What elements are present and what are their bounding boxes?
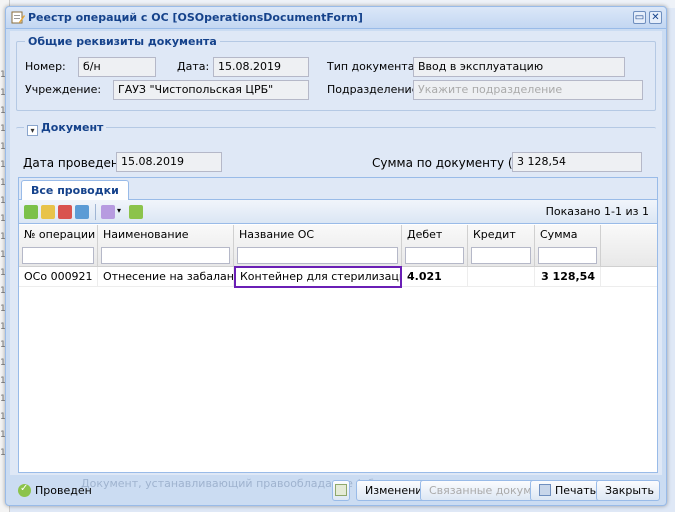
document-legend[interactable]: ▾ Документ: [24, 121, 107, 136]
general-details-group: Общие реквизиты документа Номер: б/н Дат…: [16, 35, 656, 111]
document-legend-label: Документ: [41, 121, 104, 134]
column-title: Название ОС: [239, 228, 315, 241]
column-filter-input[interactable]: [471, 247, 531, 264]
window-titlebar[interactable]: Реестр операций с ОС [OSOperationsDocume…: [6, 7, 666, 29]
print-label: Печать: [555, 484, 597, 497]
asset-name-cell[interactable]: Контейнер для стерилизации КДС-...: [234, 266, 402, 288]
check-circle-icon: [18, 483, 31, 497]
column-title: Сумма: [540, 228, 578, 241]
close-window-button[interactable]: ✕: [649, 11, 662, 24]
edit-icon[interactable]: [41, 205, 55, 219]
toolbar-separator: [95, 204, 96, 220]
doctype-label: Тип документа:: [327, 60, 419, 73]
tab-all-postings[interactable]: Все проводки: [21, 180, 129, 201]
delete-icon[interactable]: [58, 205, 72, 219]
column-header[interactable]: № операции: [19, 225, 98, 267]
column-title: № операции: [24, 228, 96, 241]
column-filter-input[interactable]: [22, 247, 94, 264]
window-body: Общие реквизиты документа Номер: б/н Дат…: [10, 31, 662, 475]
general-details-legend: Общие реквизиты документа: [25, 35, 220, 48]
column-filter-input[interactable]: [405, 247, 464, 264]
column-title: Дебет: [407, 228, 443, 241]
postings-panel: Все проводки ▾ Показано 1-1 из 1 № опера…: [18, 177, 658, 473]
records-shown: Показано 1-1 из 1: [545, 205, 649, 218]
column-filter-input[interactable]: [101, 247, 230, 264]
number-label: Номер:: [25, 60, 66, 73]
institution-label: Учреждение:: [25, 83, 102, 96]
column-header[interactable]: Наименование: [98, 225, 234, 267]
column-filter-input[interactable]: [538, 247, 597, 264]
division-field[interactable]: Укажите подразделение: [413, 80, 643, 100]
column-header[interactable]: Сумма: [535, 225, 601, 267]
close-button[interactable]: Закрыть: [596, 480, 660, 501]
maximize-icon: ▭: [634, 12, 645, 23]
doctype-field[interactable]: Ввод в эксплуатацию: [413, 57, 625, 77]
credit-cell[interactable]: [468, 267, 535, 287]
institution-field[interactable]: ГАУЗ "Чистопольская ЦРБ": [113, 80, 309, 100]
division-label: Подразделение:: [327, 83, 423, 96]
background-ghost-text: Документ, устанавливающий правообладание…: [81, 477, 375, 490]
maximize-button[interactable]: ▭: [633, 11, 646, 24]
printer-icon: [539, 484, 551, 496]
grid-header: № операции Наименование Название ОС Дебе…: [19, 225, 657, 267]
number-field[interactable]: б/н: [78, 57, 156, 77]
operations-registry-window: Реестр операций с ОС [OSOperationsDocume…: [5, 6, 667, 506]
status-posted: Проведен: [18, 483, 92, 497]
column-title: Кредит: [473, 228, 516, 241]
chevron-down-icon[interactable]: ▾: [117, 206, 121, 215]
document-edit-icon: [11, 11, 25, 24]
attachment-icon: [335, 484, 347, 496]
grid-toolbar: ▾ Показано 1-1 из 1: [19, 200, 657, 224]
refresh-icon[interactable]: [129, 205, 143, 219]
table-row[interactable]: ОСо 000921 Отнесение на забалансовый Кон…: [19, 266, 657, 288]
add-icon[interactable]: [24, 205, 38, 219]
document-sum-field[interactable]: 3 128,54: [512, 152, 642, 172]
tabstrip: Все проводки: [19, 178, 657, 201]
amount-cell[interactable]: 3 128,54: [535, 267, 601, 287]
window-title: Реестр операций с ОС [OSOperationsDocume…: [28, 11, 363, 24]
column-filter-input[interactable]: [237, 247, 398, 264]
debit-cell[interactable]: 4.021: [402, 267, 468, 287]
operation-number-cell[interactable]: ОСо 000921: [19, 267, 98, 287]
status-label: Проведен: [35, 484, 92, 497]
date-label: Дата:: [177, 60, 210, 73]
document-group: ▾ Документ Дата проведения: 15.08.2019 Су…: [16, 121, 656, 175]
copy-icon[interactable]: [75, 205, 89, 219]
window-footer: Документ, устанавливающий правообладание…: [6, 477, 666, 505]
attachment-button[interactable]: [332, 480, 350, 501]
column-title: Наименование: [103, 228, 189, 241]
collapse-toggle-icon[interactable]: ▾: [27, 125, 38, 136]
date-field[interactable]: 15.08.2019: [213, 57, 309, 77]
column-header[interactable]: Название ОС: [234, 225, 402, 267]
settings-dropdown-icon[interactable]: [101, 205, 115, 219]
close-icon: ✕: [651, 12, 660, 23]
posting-date-field[interactable]: 15.08.2019: [116, 152, 222, 172]
column-header[interactable]: Дебет: [402, 225, 468, 267]
operation-name-cell[interactable]: Отнесение на забалансовый: [98, 267, 234, 287]
column-header[interactable]: Кредит: [468, 225, 535, 267]
